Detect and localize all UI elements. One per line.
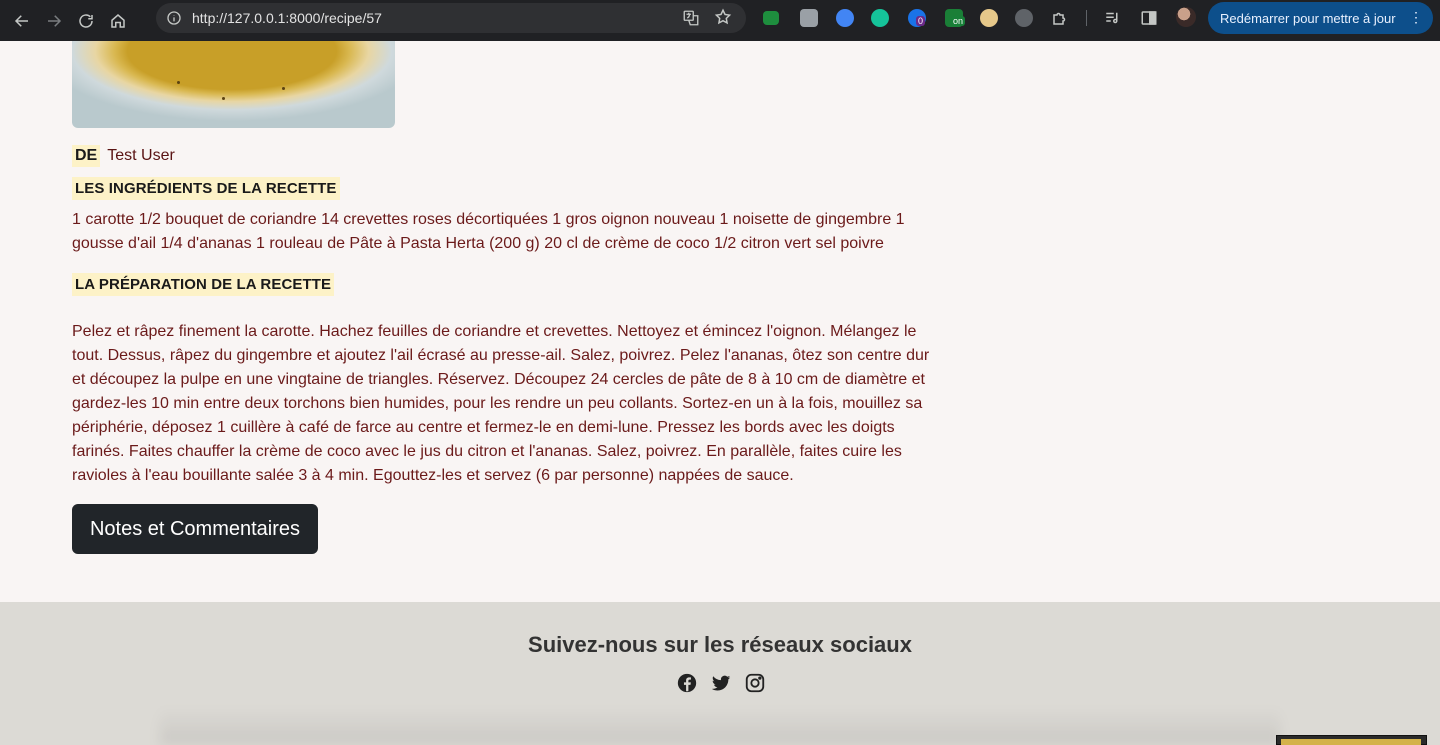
url-text[interactable]: http://127.0.0.1:8000/recipe/57: [192, 10, 382, 26]
footer-shadow: [160, 708, 1280, 745]
instagram-icon[interactable]: [744, 672, 766, 694]
translate-icon[interactable]: [682, 9, 700, 27]
notion-icon[interactable]: 0: [908, 9, 926, 27]
preparation-title: LA PRÉPARATION DE LA RECETTE: [72, 273, 335, 296]
home-icon[interactable]: [104, 7, 132, 35]
media-control-icon[interactable]: [1104, 9, 1122, 27]
notion-badge: 0: [916, 16, 926, 26]
forward-icon[interactable]: [40, 7, 68, 35]
preparation-text: Pelez et râpez finement la carotte. Hach…: [72, 323, 930, 484]
compass-icon[interactable]: [836, 9, 854, 27]
bookmark-star-icon[interactable]: [714, 8, 732, 26]
bicycle-icon[interactable]: [980, 9, 998, 27]
twitter-icon[interactable]: [710, 672, 732, 694]
address-bar[interactable]: http://127.0.0.1:8000/recipe/57: [156, 3, 746, 33]
reload-icon[interactable]: [72, 7, 100, 35]
onoff-badge: on: [951, 16, 966, 26]
site-info-icon[interactable]: [166, 10, 182, 26]
notes-comments-button[interactable]: Notes et Commentaires: [72, 504, 318, 554]
author-label: DE: [72, 145, 101, 167]
social-links: [676, 672, 766, 694]
ingredients-text: 1 carotte 1/2 bouquet de coriandre 14 cr…: [72, 211, 905, 252]
gear-icon[interactable]: [1015, 9, 1033, 27]
recipe-image: [72, 41, 395, 128]
check-icon[interactable]: [763, 11, 779, 25]
profile-avatar[interactable]: [1176, 7, 1196, 27]
toolbar-separator: [1086, 10, 1087, 26]
grammarly-icon[interactable]: [871, 9, 889, 27]
reader-icon[interactable]: [800, 9, 818, 27]
onoff-icon[interactable]: on: [945, 9, 966, 27]
author-name: Test User: [107, 147, 175, 164]
corner-thumbnail: [1276, 735, 1427, 745]
browser-toolbar: http://127.0.0.1:8000/recipe/57 0 on Red…: [0, 0, 1440, 41]
recipe-author: DE Test User: [72, 145, 175, 167]
update-button[interactable]: Redémarrer pour mettre à jour ⋮: [1208, 2, 1433, 34]
side-panel-icon[interactable]: [1140, 9, 1158, 27]
footer-title: Suivez-nous sur les réseaux sociaux: [528, 632, 912, 657]
puzzle-icon[interactable]: [1051, 9, 1069, 27]
ingredients-title: LES INGRÉDIENTS DE LA RECETTE: [72, 177, 340, 200]
back-icon[interactable]: [8, 7, 36, 35]
facebook-icon[interactable]: [676, 672, 698, 694]
more-menu-icon[interactable]: ⋮: [1409, 10, 1423, 24]
footer: Suivez-nous sur les réseaux sociaux: [0, 602, 1440, 745]
update-button-label: Redémarrer pour mettre à jour: [1220, 10, 1396, 26]
